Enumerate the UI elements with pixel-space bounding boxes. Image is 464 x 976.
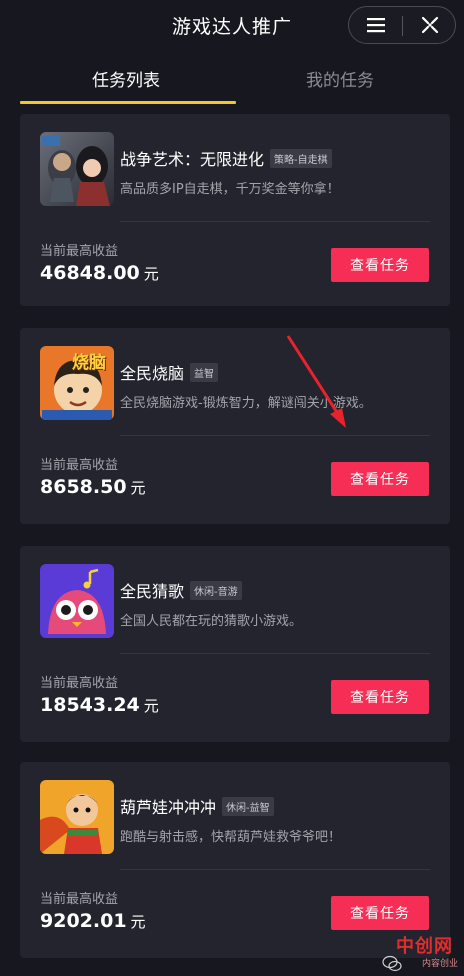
earnings-value-row: 8658.50 元	[40, 476, 146, 498]
game-description: 跑酷与射击感，快帮葫芦娃救爷爷吧！	[120, 830, 342, 845]
tab-task-list[interactable]: 任务列表	[92, 66, 160, 91]
active-tab-indicator	[20, 101, 236, 104]
game-icon-guess-song	[40, 564, 114, 638]
game-icon-brain: 烧脑	[40, 346, 114, 420]
view-task-button[interactable]: 查看任务	[331, 896, 429, 930]
menu-icon	[366, 18, 385, 33]
task-card: 全民猜歌 休闲-音游 全国人民都在玩的猜歌小游戏。 当前最高收益 18543.24…	[20, 546, 450, 742]
earnings-value: 18543.24	[40, 694, 140, 716]
tab-my-tasks[interactable]: 我的任务	[306, 66, 374, 91]
earnings-value: 8658.50	[40, 476, 127, 498]
game-name-row: 全民猜歌 休闲-音游	[120, 578, 242, 602]
earnings-value-row: 18543.24 元	[40, 694, 159, 716]
game-name: 战争艺术：无限进化	[120, 150, 265, 169]
close-button[interactable]	[403, 7, 456, 43]
task-card: 烧脑 全民烧脑 益智 全民烧脑游戏-锻炼智力，解谜闯关小游戏。 当前最高收益 86…	[20, 328, 450, 524]
earnings-value: 46848.00	[40, 262, 140, 284]
earnings-label: 当前最高收益	[40, 244, 119, 259]
currency-unit: 元	[130, 479, 146, 497]
game-name-row: 全民烧脑 益智	[120, 360, 219, 384]
header-bar: 游戏达人推广	[0, 0, 464, 52]
card-divider	[120, 221, 430, 222]
game-tag: 休闲-益智	[222, 797, 274, 816]
game-icon-calabash	[40, 780, 114, 854]
currency-unit: 元	[130, 913, 146, 931]
menu-button[interactable]	[349, 7, 402, 43]
game-tag: 策略-自走棋	[270, 149, 332, 168]
game-name: 全民烧脑	[120, 364, 185, 383]
earnings-label: 当前最高收益	[40, 458, 119, 473]
earnings-value: 9202.01	[40, 910, 127, 932]
watermark-logo: 中创网 内容创业	[382, 930, 464, 976]
game-description: 高品质多IP自走棋，千万奖金等你拿！	[120, 182, 340, 197]
game-icon-war-art	[40, 132, 114, 206]
game-name-row: 葫芦娃冲冲冲 休闲-益智	[120, 794, 274, 818]
game-name: 全民猜歌	[120, 582, 185, 601]
view-task-button[interactable]: 查看任务	[331, 680, 429, 714]
game-tag: 益智	[190, 363, 219, 382]
close-icon	[421, 16, 438, 34]
task-card: 葫芦娃冲冲冲 休闲-益智 跑酷与射击感，快帮葫芦娃救爷爷吧！ 当前最高收益 920…	[20, 762, 450, 958]
currency-unit: 元	[143, 265, 159, 283]
view-task-button[interactable]: 查看任务	[331, 248, 429, 282]
tab-bar: 任务列表 我的任务	[0, 52, 464, 106]
card-divider	[120, 653, 430, 654]
watermark-subtext: 内容创业	[422, 959, 459, 969]
game-name: 葫芦娃冲冲冲	[120, 798, 217, 817]
earnings-value-row: 46848.00 元	[40, 262, 159, 284]
game-description: 全国人民都在玩的猜歌小游戏。	[120, 614, 303, 629]
capsule-controls	[348, 6, 456, 44]
task-card: 战争艺术：无限进化 策略-自走棋 高品质多IP自走棋，千万奖金等你拿！ 当前最高收…	[20, 114, 450, 306]
game-name-row: 战争艺术：无限进化 策略-自走棋	[120, 146, 332, 170]
currency-unit: 元	[143, 697, 159, 715]
icon-badge-text: 烧脑	[72, 353, 106, 373]
card-divider	[120, 435, 430, 436]
game-tag: 休闲-音游	[190, 581, 242, 600]
game-description: 全民烧脑游戏-锻炼智力，解谜闯关小游戏。	[120, 396, 372, 411]
watermark-text: 中创网	[396, 936, 453, 957]
earnings-label: 当前最高收益	[40, 892, 119, 907]
card-divider	[120, 869, 430, 870]
earnings-label: 当前最高收益	[40, 676, 119, 691]
earnings-value-row: 9202.01 元	[40, 910, 146, 932]
view-task-button[interactable]: 查看任务	[331, 462, 429, 496]
